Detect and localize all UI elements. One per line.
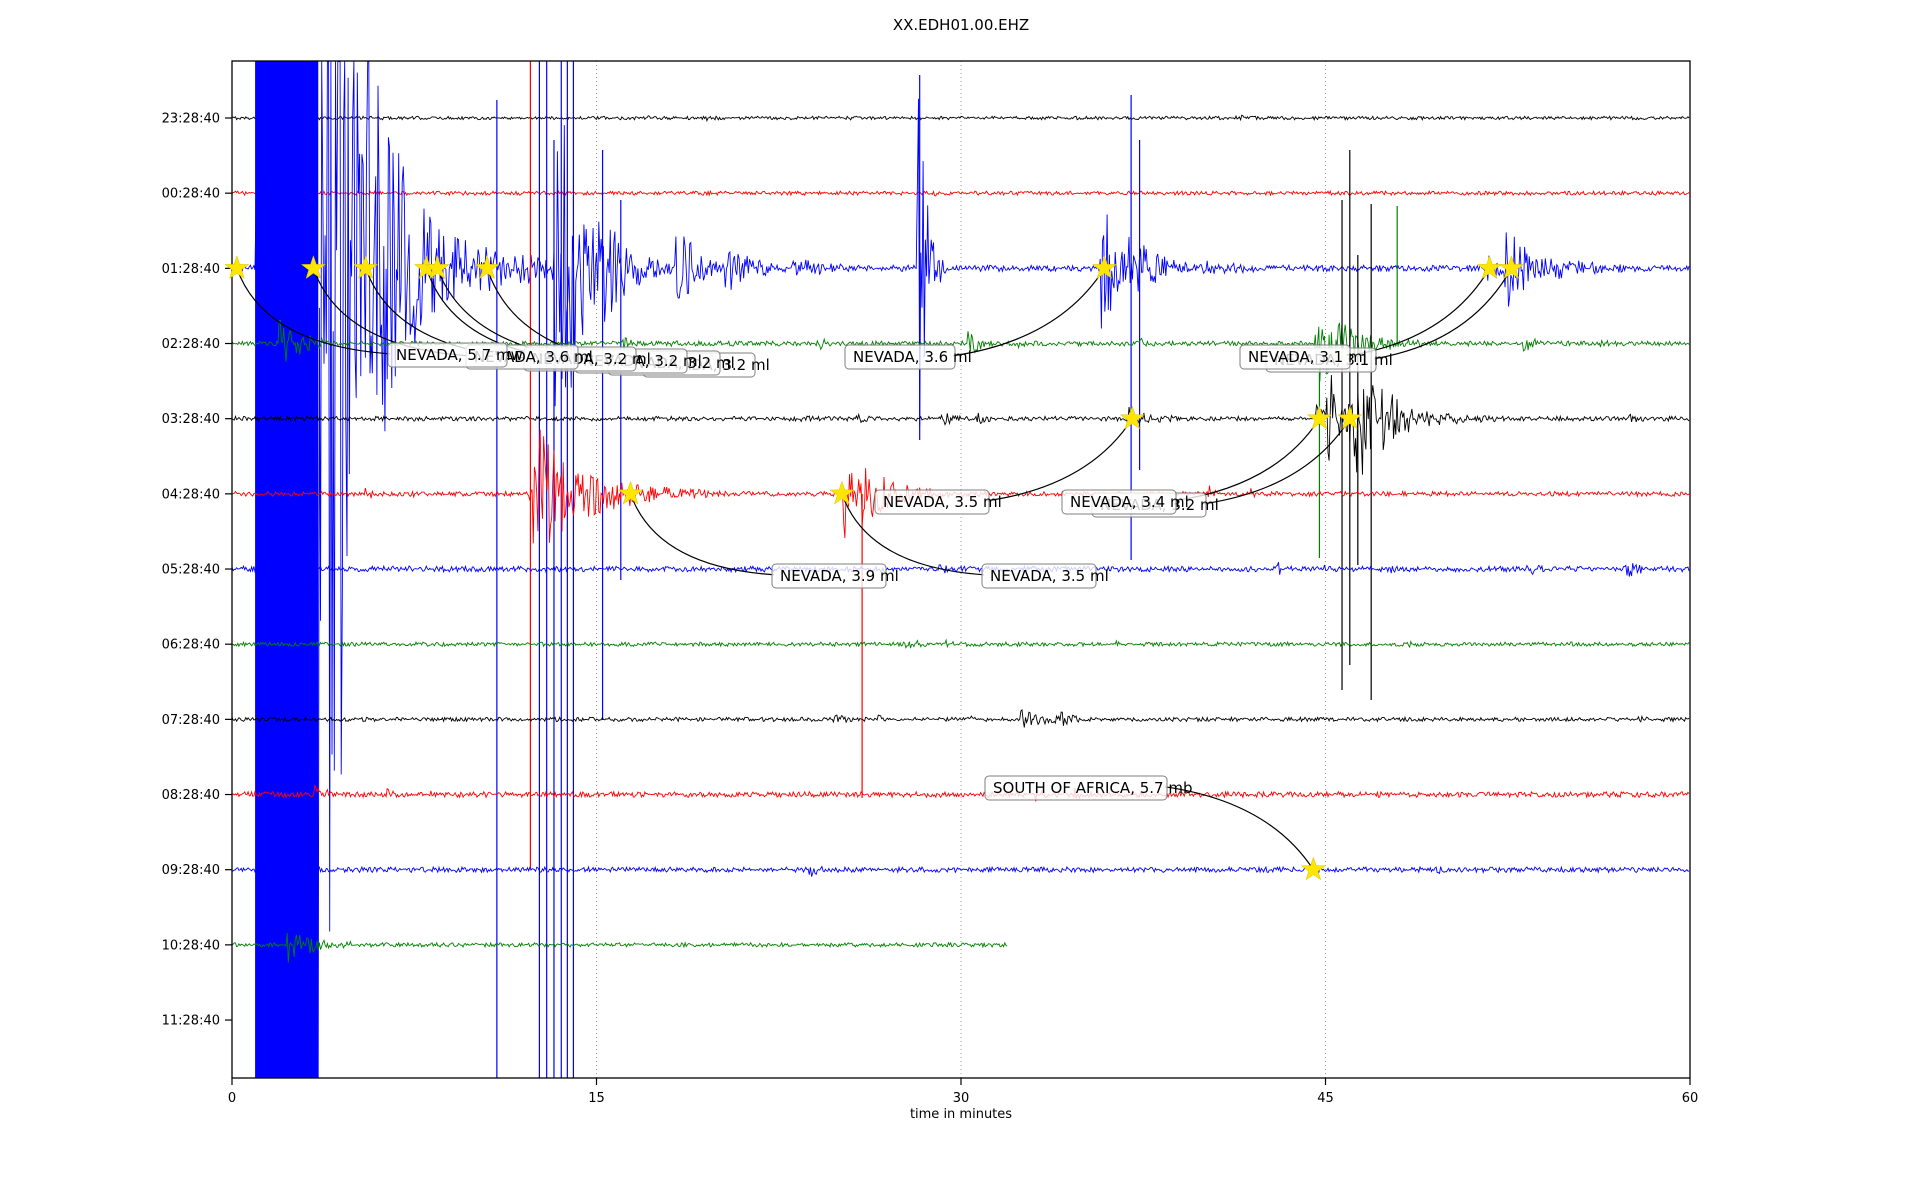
x-tick-label: 60 — [1682, 1091, 1699, 1106]
y-tick-label: 05:28:40 — [162, 563, 220, 578]
y-tick-label: 02:28:40 — [162, 337, 220, 352]
x-tick-label: 15 — [588, 1091, 605, 1106]
event-label-text: NEVADA, 3.5 ml — [883, 493, 1002, 511]
x-tick-label: 45 — [1317, 1091, 1334, 1106]
x-tick-label: 30 — [953, 1091, 970, 1106]
y-tick-label: 10:28:40 — [162, 938, 220, 953]
y-tick-label: 07:28:40 — [162, 713, 220, 728]
x-tick-label: 0 — [228, 1091, 236, 1106]
y-tick-label: 08:28:40 — [162, 788, 220, 803]
y-tick-label: 01:28:40 — [162, 262, 220, 277]
y-tick-label: 23:28:40 — [162, 112, 220, 127]
event-label-text: NEVADA, 3.6 ml — [853, 348, 972, 366]
event-label-text: NEVADA, 3.9 ml — [780, 567, 899, 585]
x-axis-label: time in minutes — [910, 1107, 1012, 1122]
y-tick-label: 06:28:40 — [162, 638, 220, 653]
y-tick-label: 03:28:40 — [162, 412, 220, 427]
y-tick-label: 00:28:40 — [162, 187, 220, 202]
y-tick-label: 04:28:40 — [162, 487, 220, 502]
seismogram-svg: 23:28:40 00:28:40 01:28:40 02:28:40 03:28:40… — [0, 0, 1920, 1200]
event-label-text: NEVADA, 5.7 mw — [396, 346, 523, 364]
event-label-text: NEVADA, 3.4 ml — [1070, 493, 1189, 511]
y-tick-label: 11:28:40 — [162, 1014, 220, 1029]
event-label-text: NEVADA, 3.5 ml — [990, 567, 1109, 585]
y-tick-label: 09:28:40 — [162, 863, 220, 878]
event-label-text: SOUTH OF AFRICA, 5.7 mb — [993, 779, 1192, 797]
event-label-text: NEVADA, 3.1 ml — [1248, 348, 1367, 366]
chart-title: XX.EDH01.00.EHZ — [893, 16, 1029, 34]
seismogram-page: 23:28:40 00:28:40 01:28:40 02:28:40 03:28:40… — [0, 0, 1920, 1200]
